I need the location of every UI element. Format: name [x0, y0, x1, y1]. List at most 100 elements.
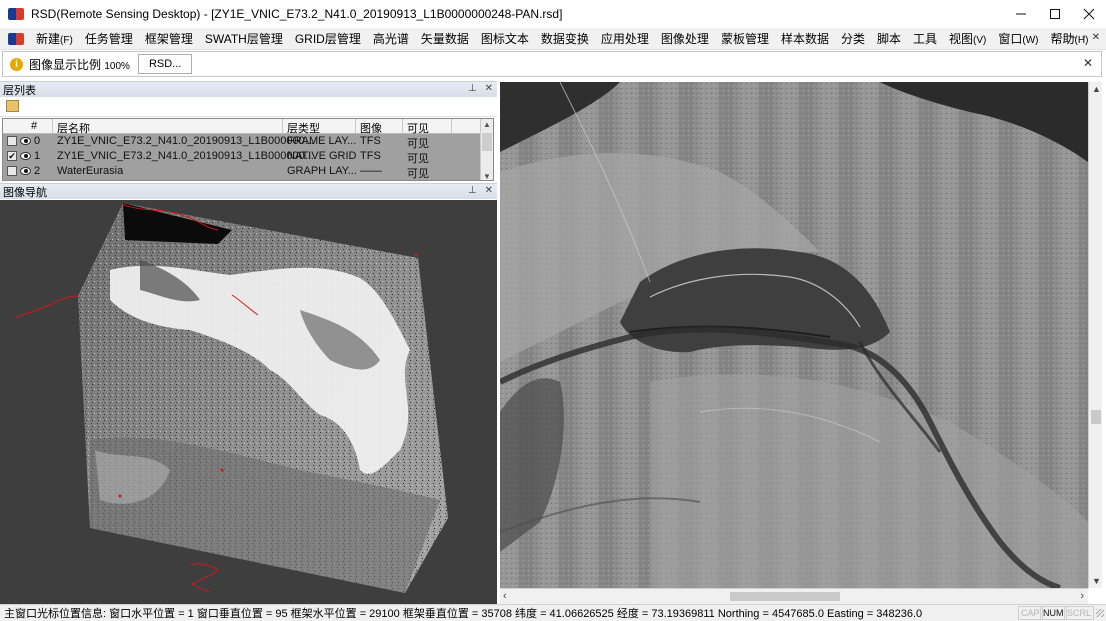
scroll-right-icon[interactable]: ›: [1080, 590, 1084, 602]
layer-table: # 层名称 层类型 图像 可见 0 ZY1E_VNIC_E73.2_N41.0_2…: [2, 118, 494, 181]
col-index[interactable]: #: [31, 120, 37, 132]
maximize-icon[interactable]: [1038, 0, 1072, 28]
menu-item-label: 分类: [840, 32, 865, 46]
main-image-view[interactable]: [500, 82, 1088, 588]
status-bar: 主窗口光标位置信息: 窗口水平位置 = 1 窗口垂直位置 = 95 框架水平位置…: [0, 604, 1106, 621]
menu-item-label: 数据变换: [540, 32, 589, 46]
layer-index: 1: [34, 150, 41, 162]
layer-image: TFS: [360, 150, 381, 162]
layer-index: 0: [34, 135, 41, 147]
zoom-ratio-value: 100%: [104, 60, 130, 72]
menu-item[interactable]: 视图(V): [943, 30, 992, 47]
scroll-thumb[interactable]: [482, 133, 492, 151]
menu-item[interactable]: 图标文本: [475, 30, 535, 47]
scroll-down-icon[interactable]: ▼: [1092, 576, 1101, 586]
overview-image: [14, 203, 448, 593]
menu-item[interactable]: SWATH层管理: [199, 30, 289, 47]
cap-indicator: CAP: [1018, 606, 1043, 620]
pin-icon[interactable]: ⊥: [468, 185, 477, 196]
menu-item[interactable]: 工具: [907, 30, 943, 47]
navigation-overview[interactable]: [0, 200, 497, 604]
menu-item-label: 图标文本: [480, 32, 529, 46]
menu-bar: 新建(F) 任务管理 框架管理 SWATH层管理 GRID层管理 高光谱 矢量数据 图标文本数…: [0, 28, 1106, 50]
layer-row[interactable]: 0 ZY1E_VNIC_E73.2_N41.0_20190913_L1B00000…: [3, 134, 493, 150]
vscroll-thumb[interactable]: [1091, 410, 1101, 424]
menu-item[interactable]: 矢量数据: [415, 30, 475, 47]
menu-item-label: 任务管理: [84, 32, 133, 46]
menu-items: 新建(F) 任务管理 框架管理 SWATH层管理 GRID层管理 高光谱 矢量数据 图标文本数…: [30, 30, 1094, 47]
close-icon[interactable]: ✕: [485, 83, 493, 94]
close-icon[interactable]: ✕: [485, 185, 493, 196]
layer-checkbox[interactable]: [7, 136, 17, 146]
nav-panel-header: 图像导航 ⊥ ✕: [0, 183, 497, 199]
main-vertical-scrollbar[interactable]: ▲ ▼: [1088, 82, 1102, 588]
menu-item-label: 高光谱: [372, 32, 409, 46]
open-folder-icon[interactable]: [6, 100, 19, 112]
mdi-minimize-icon[interactable]: ‒: [1071, 32, 1077, 43]
scroll-left-icon[interactable]: ‹: [503, 590, 507, 602]
mdi-restore-icon[interactable]: ▫: [1082, 32, 1086, 43]
eye-icon[interactable]: [20, 152, 31, 160]
menu-item-label: SWATH层管理: [204, 32, 283, 46]
mdi-close-icon[interactable]: ✕: [1092, 32, 1100, 43]
menu-item-label: 应用处理: [600, 32, 649, 46]
layer-table-scrollbar[interactable]: ▲ ▼: [480, 119, 493, 180]
info-icon: i: [10, 57, 23, 71]
close-icon[interactable]: [1072, 0, 1106, 28]
layer-row[interactable]: 2 WaterEurasia GRAPH LAY... —— 可见: [3, 164, 493, 180]
close-icon[interactable]: ✕: [1083, 56, 1093, 70]
menu-item[interactable]: 应用处理: [595, 30, 655, 47]
layer-table-header: # 层名称 层类型 图像 可见: [3, 119, 493, 135]
menu-item[interactable]: 数据变换: [535, 30, 595, 47]
main-horizontal-scrollbar[interactable]: ‹ ›: [500, 588, 1088, 604]
menu-item-label: 工具: [913, 32, 938, 46]
layer-toolbar: [0, 97, 497, 117]
mdi-controls: ‒ ▫ ✕: [1071, 32, 1101, 43]
menu-item-label: 样本数据: [780, 32, 829, 46]
menu-item-accel: (V): [973, 35, 987, 46]
menu-item[interactable]: 脚本: [871, 30, 907, 47]
num-indicator: NUM: [1040, 606, 1067, 620]
menu-item-label: 脚本: [876, 32, 901, 46]
layer-panel-title: 层列表: [3, 84, 36, 97]
scroll-down-icon[interactable]: ▼: [483, 172, 491, 180]
cursor-position-info: 主窗口光标位置信息: 窗口水平位置 = 1 窗口垂直位置 = 95 框架水平位置…: [4, 608, 923, 620]
hscroll-thumb[interactable]: [730, 592, 840, 601]
menu-item[interactable]: 样本数据: [775, 30, 835, 47]
pin-icon[interactable]: ⊥: [468, 83, 477, 94]
app-menu-icon[interactable]: [8, 32, 24, 45]
menu-item[interactable]: 框架管理: [139, 30, 199, 47]
menu-item[interactable]: 分类: [835, 30, 871, 47]
window-title: RSD(Remote Sensing Desktop) - [ZY1E_VNIC…: [31, 7, 563, 21]
layer-type: FRAME LAY...: [287, 135, 357, 147]
layer-checkbox[interactable]: ✔: [7, 151, 17, 161]
eye-icon[interactable]: [20, 137, 31, 145]
menu-item[interactable]: 任务管理: [79, 30, 139, 47]
layer-name: ZY1E_VNIC_E73.2_N41.0_20190913_L1B000000…: [57, 135, 314, 147]
menu-item[interactable]: 蒙板管理: [715, 30, 775, 47]
layer-row[interactable]: ✔ 1 ZY1E_VNIC_E73.2_N41.0_20190913_L1B0000…: [3, 149, 493, 165]
menu-item[interactable]: 新建(F): [30, 30, 79, 47]
menu-item-label: 窗口: [998, 32, 1023, 46]
menu-item[interactable]: 高光谱: [367, 30, 415, 47]
menu-item[interactable]: 图像处理: [655, 30, 715, 47]
menu-item-accel: (F): [60, 35, 73, 46]
layer-panel-header: 层列表 ⊥ ✕: [0, 81, 497, 97]
menu-item[interactable]: 窗口(W): [992, 30, 1044, 47]
scroll-up-icon[interactable]: ▲: [1092, 84, 1101, 94]
minimize-icon[interactable]: [1004, 0, 1038, 28]
rsd-button[interactable]: RSD...: [137, 54, 193, 74]
zoom-ratio-text: 图像显示比例 100%: [29, 56, 130, 73]
layer-index: 2: [34, 165, 41, 177]
scrl-indicator: SCRL: [1064, 606, 1095, 620]
menu-item[interactable]: GRID层管理: [289, 30, 367, 47]
layer-checkbox[interactable]: [7, 166, 17, 176]
eye-icon[interactable]: [20, 167, 31, 175]
layer-type: NATIVE GRID: [287, 150, 357, 162]
menu-item-label: 视图: [949, 32, 974, 46]
layer-image: TFS: [360, 135, 381, 147]
menu-item-label: 蒙板管理: [720, 32, 769, 46]
main-satellite-image: [500, 82, 1088, 588]
scroll-up-icon[interactable]: ▲: [483, 120, 491, 129]
resize-grip-icon[interactable]: [1096, 609, 1104, 617]
